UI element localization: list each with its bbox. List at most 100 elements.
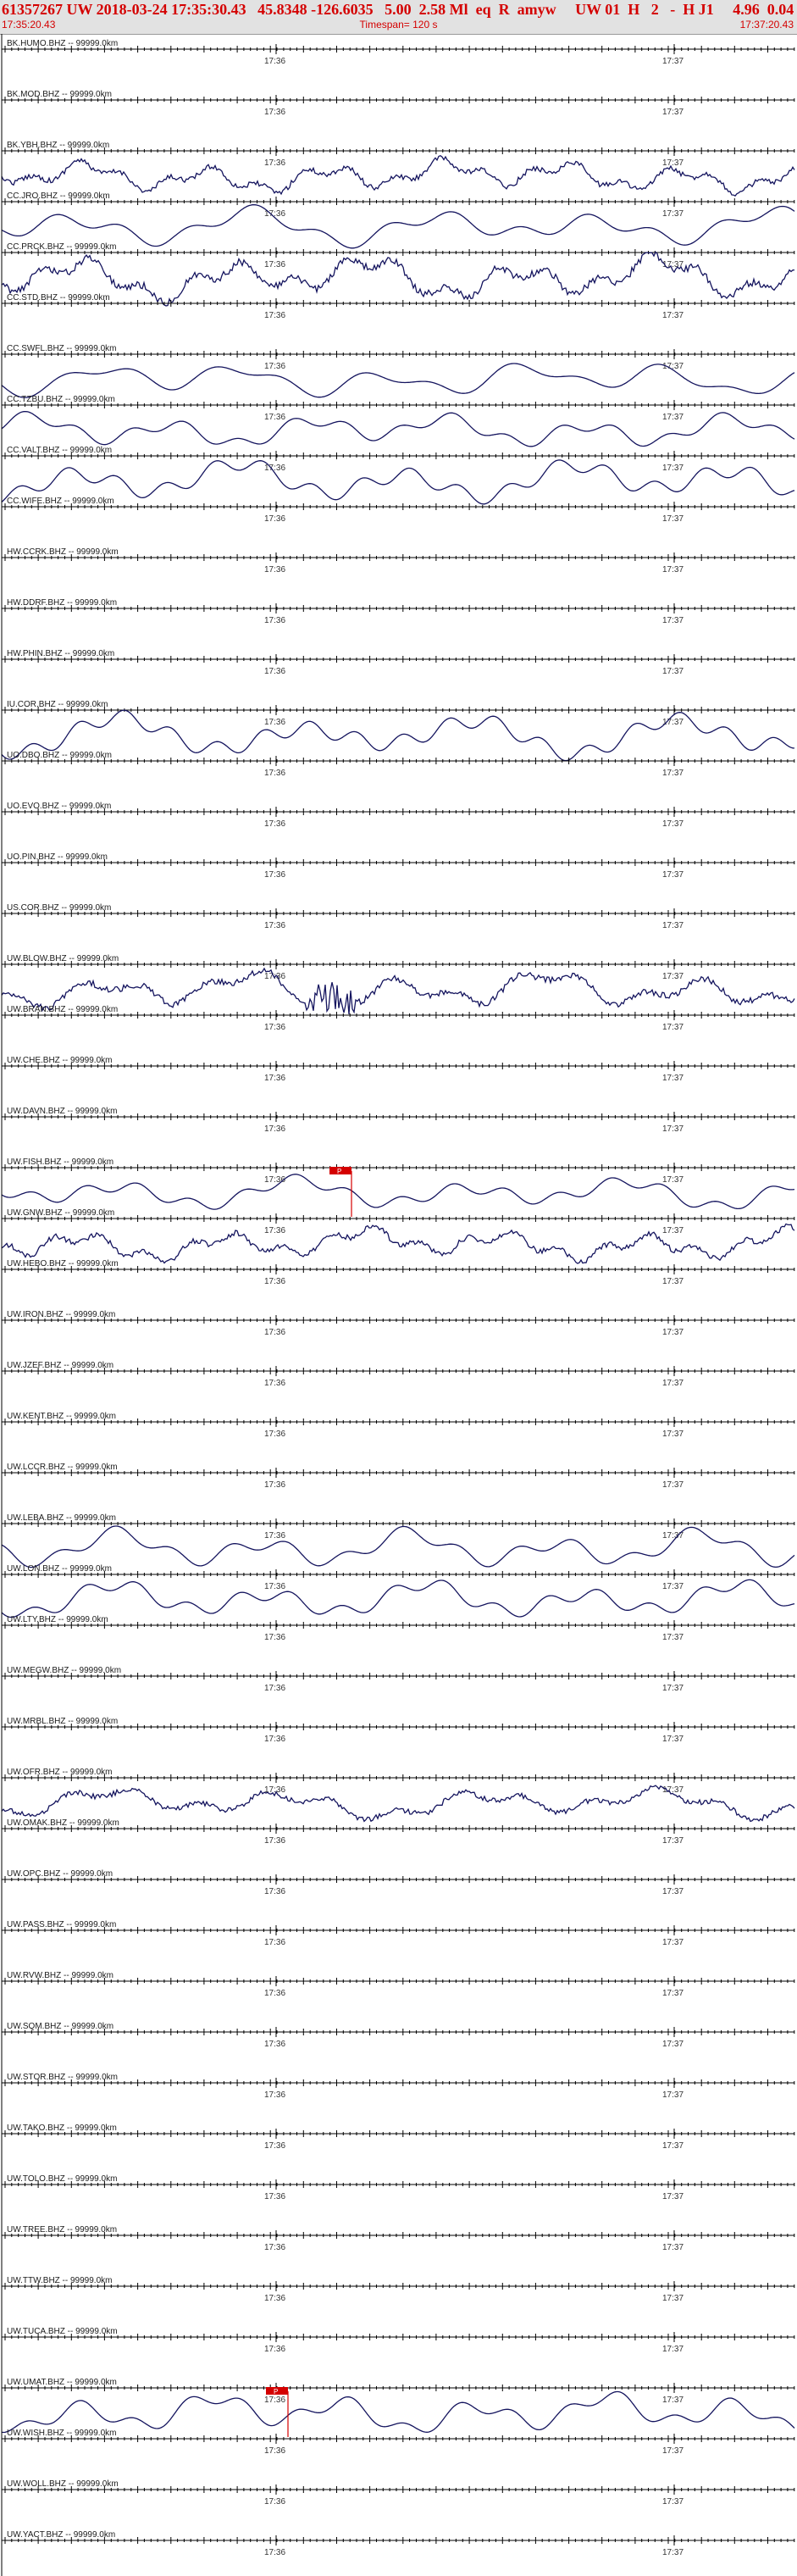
channel-label: UW.TTW.BHZ -- 99999.0km [7, 2276, 112, 2285]
minute-label: 17:37 [662, 2294, 684, 2303]
minute-label: 17:36 [264, 1836, 285, 1846]
minute-label: 17:36 [264, 1023, 285, 1032]
channel-label: UW.TREE.BHZ -- 99999.0km [7, 2225, 117, 2235]
channel-label: UW.TUCA.BHZ -- 99999.0km [7, 2327, 118, 2336]
minute-label: 17:37 [662, 158, 684, 168]
pick-label: P [274, 2388, 278, 2396]
channel-label: UO.DBO.BHZ -- 99999.0km [7, 751, 112, 760]
channel-label: UW.UMAT.BHZ -- 99999.0km [7, 2378, 117, 2387]
minute-label: 17:37 [662, 667, 684, 676]
channel-label: HW.DDRF.BHZ -- 99999.0km [7, 598, 117, 608]
minute-label: 17:36 [264, 2090, 285, 2100]
channel-label: UW.YACT.BHZ -- 99999.0km [7, 2530, 115, 2540]
minute-label: 17:37 [662, 1989, 684, 1998]
channel-label: UW.GNW.BHZ -- 99999.0km [7, 1208, 114, 1218]
minute-label: 17:37 [662, 1277, 684, 1286]
minute-label: 17:37 [662, 2090, 684, 2100]
minute-label: 17:37 [662, 311, 684, 320]
channel-label: UW.WISH.BHZ -- 99999.0km [7, 2429, 116, 2438]
minute-label: 17:36 [264, 2040, 285, 2049]
channel-label: UO.PIN.BHZ -- 99999.0km [7, 852, 108, 862]
minute-label: 17:36 [264, 2141, 285, 2151]
channel-label: CC.STD.BHZ -- 99999.0km [7, 293, 110, 303]
minute-label: 17:36 [264, 616, 285, 625]
minute-label: 17:36 [264, 565, 285, 575]
minute-label: 17:37 [662, 870, 684, 880]
minute-label: 17:37 [662, 1328, 684, 1337]
minute-label: 17:36 [264, 870, 285, 880]
minute-label: 17:37 [662, 921, 684, 930]
minute-label: 17:37 [662, 108, 684, 117]
minute-label: 17:37 [662, 972, 684, 981]
minute-label: 17:37 [662, 1074, 684, 1083]
minute-label: 17:37 [662, 616, 684, 625]
minute-label: 17:36 [264, 718, 285, 727]
minute-label: 17:36 [264, 260, 285, 269]
minute-label: 17:37 [662, 1887, 684, 1896]
minute-label: 17:37 [662, 1023, 684, 1032]
channel-label: UW.LON.BHZ -- 99999.0km [7, 1564, 112, 1574]
channel-label: CC.PRCK.BHZ -- 99999.0km [7, 242, 116, 252]
channel-label: HW.PHIN.BHZ -- 99999.0km [7, 649, 114, 658]
channel-label: UW.KENT.BHZ -- 99999.0km [7, 1412, 116, 1421]
minute-label: 17:37 [662, 1633, 684, 1642]
minute-label: 17:36 [264, 1887, 285, 1896]
minute-label: 17:36 [264, 819, 285, 829]
minute-label: 17:37 [662, 1938, 684, 1947]
minute-label: 17:36 [264, 1684, 285, 1693]
minute-label: 17:37 [662, 2243, 684, 2252]
minute-label: 17:37 [662, 2396, 684, 2405]
minute-label: 17:37 [662, 2040, 684, 2049]
channel-label: UW.MRBL.BHZ -- 99999.0km [7, 1717, 118, 1726]
channel-label: UW.TOLO.BHZ -- 99999.0km [7, 2174, 117, 2184]
minute-label: 17:36 [264, 2446, 285, 2456]
minute-label: 17:37 [662, 2345, 684, 2354]
channel-label: UW.FISH.BHZ -- 99999.0km [7, 1158, 113, 1167]
minute-label: 17:37 [662, 514, 684, 524]
minute-label: 17:37 [662, 1379, 684, 1388]
minute-label: 17:37 [662, 565, 684, 575]
channel-label: CC.VALT.BHZ -- 99999.0km [7, 446, 112, 455]
minute-label: 17:36 [264, 2243, 285, 2252]
channel-label: UW.SQM.BHZ -- 99999.0km [7, 2022, 113, 2031]
channel-label: UW.STOR.BHZ -- 99999.0km [7, 2073, 118, 2082]
minute-label: 17:37 [662, 1175, 684, 1185]
minute-label: 17:37 [662, 2548, 684, 2557]
minute-label: 17:37 [662, 413, 684, 422]
channel-label: CC.SWFL.BHZ -- 99999.0km [7, 344, 116, 353]
channel-label: BK.YBH.BHZ -- 99999.0km [7, 141, 109, 150]
channel-label: UW.DAVN.BHZ -- 99999.0km [7, 1107, 117, 1116]
channel-label: UW.LCCR.BHZ -- 99999.0km [7, 1463, 118, 1472]
channel-label: UW.TAKO.BHZ -- 99999.0km [7, 2124, 117, 2133]
minute-label: 17:37 [662, 1735, 684, 1744]
channel-label: UW.CHE.BHZ -- 99999.0km [7, 1056, 112, 1065]
minute-label: 17:37 [662, 1836, 684, 1846]
minute-label: 17:36 [264, 311, 285, 320]
minute-label: 17:37 [662, 2192, 684, 2201]
channel-label: UW.MEGW.BHZ -- 99999.0km [7, 1666, 121, 1675]
minute-label: 17:36 [264, 362, 285, 371]
channel-label: UW.BLOW.BHZ -- 99999.0km [7, 954, 119, 963]
minute-label: 17:36 [264, 769, 285, 778]
channel-label: BK.MOD.BHZ -- 99999.0km [7, 90, 112, 99]
channel-label: UW.WOLL.BHZ -- 99999.0km [7, 2479, 119, 2489]
channel-label: CC.TZBU.BHZ -- 99999.0km [7, 395, 115, 404]
minute-label: 17:36 [264, 1074, 285, 1083]
channel-label: UW.OPC.BHZ -- 99999.0km [7, 1869, 113, 1879]
channel-label: US.COR.BHZ -- 99999.0km [7, 903, 111, 913]
minute-label: 17:36 [264, 1277, 285, 1286]
minute-label: 17:37 [662, 2141, 684, 2151]
minute-label: 17:36 [264, 2294, 285, 2303]
minute-label: 17:36 [264, 108, 285, 117]
minute-label: 17:36 [264, 1226, 285, 1235]
minute-label: 17:37 [662, 769, 684, 778]
pick-label: P [337, 1168, 341, 1175]
channel-label: UW.HEBO.BHZ -- 99999.0km [7, 1259, 119, 1269]
minute-label: 17:36 [264, 514, 285, 524]
minute-label: 17:36 [264, 1430, 285, 1439]
minute-label: 17:36 [264, 1582, 285, 1591]
minute-label: 17:37 [662, 2446, 684, 2456]
seismogram-panel: 17:36 17:37 BK.HUMO.BHZ -- 99999.0km 17:36 1… [1, 34, 795, 2576]
channel-label: UW.RVW.BHZ -- 99999.0km [7, 1971, 113, 1980]
minute-label: 17:36 [264, 667, 285, 676]
